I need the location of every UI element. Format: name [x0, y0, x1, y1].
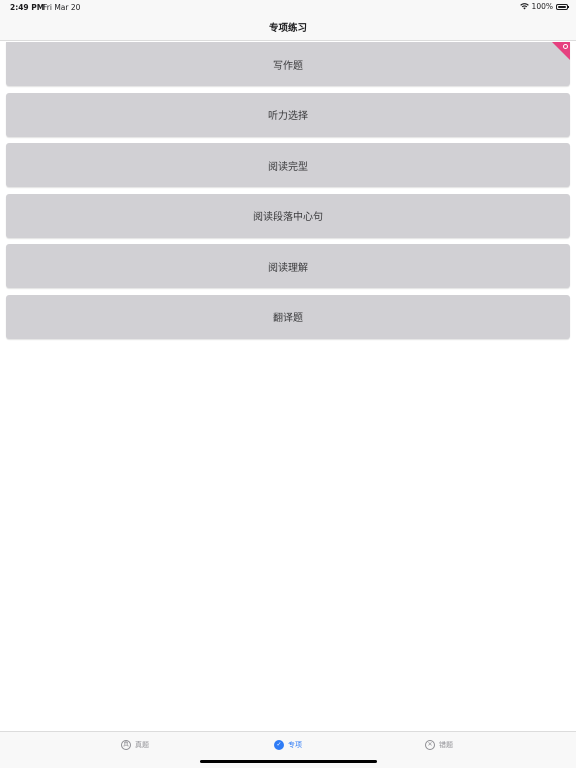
- practice-list: 写作题 听力选择 阅读完型 阅读段落中心句 阅读理解 翻译题: [6, 42, 570, 346]
- tab-label: 真题: [135, 741, 149, 749]
- status-indicators: 100%: [519, 2, 569, 11]
- practice-item-label: 听力选择: [268, 111, 308, 123]
- practice-item-listening[interactable]: 听力选择: [6, 92, 570, 137]
- tab-special[interactable]: ✓ 专项: [274, 740, 302, 750]
- practice-item-label: 翻译题: [273, 313, 303, 325]
- practice-item-reading[interactable]: 阅读理解: [6, 244, 570, 289]
- practice-item-label: 阅读段落中心句: [253, 212, 323, 224]
- compass-icon: ✓: [274, 740, 284, 750]
- ribbon-icon: [563, 44, 568, 49]
- battery-percent: 100%: [531, 2, 553, 11]
- practice-item-translation[interactable]: 翻译题: [6, 294, 570, 339]
- tab-label: 错题: [439, 741, 453, 749]
- navigation-bar: 专项练习: [0, 14, 576, 41]
- close-icon: ✕: [425, 740, 435, 750]
- home-indicator[interactable]: [200, 760, 377, 763]
- wifi-icon: [519, 3, 529, 10]
- practice-item-label: 阅读完型: [268, 161, 308, 173]
- battery-fill: [558, 5, 566, 8]
- page-title: 专项练习: [268, 23, 307, 34]
- practice-item-cloze[interactable]: 阅读完型: [6, 143, 570, 188]
- practice-item-label: 阅读理解: [268, 262, 308, 274]
- tab-exam[interactable]: 真 真题: [121, 740, 149, 750]
- status-bar: 2:49 PM Fri Mar 20 100%: [0, 0, 576, 14]
- tab-mistakes[interactable]: ✕ 错题: [425, 740, 453, 750]
- practice-item-writing[interactable]: 写作题: [6, 42, 570, 86]
- battery-icon: [556, 3, 569, 10]
- status-date: Fri Mar 20: [43, 3, 81, 12]
- tab-label: 专项: [288, 741, 302, 749]
- practice-item-label: 写作题: [273, 60, 303, 72]
- status-time: 2:49 PM: [10, 3, 45, 12]
- practice-item-topic-sentence[interactable]: 阅读段落中心句: [6, 193, 570, 238]
- zhen-icon: 真: [121, 740, 131, 750]
